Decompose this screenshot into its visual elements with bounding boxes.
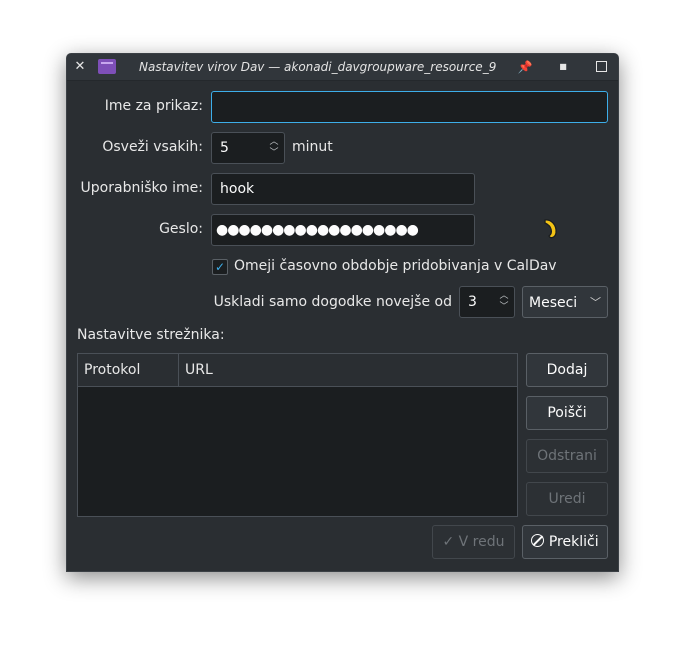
password-input[interactable]: ●●●●●●●●●●●●●●●●●● [211,214,475,246]
add-button[interactable]: Dodaj [526,353,608,387]
spin-arrows-icon[interactable]: ︿ ﹀ [498,291,510,313]
column-protocol[interactable]: Protokol [78,354,179,386]
password-label: Geslo: [159,221,203,237]
display-name-input[interactable] [211,91,608,123]
title-bar: ✕ Nastavitev virov Dav — akonadi_davgrou… [67,54,618,81]
limit-unit-value: Meseci [529,295,578,311]
remove-button[interactable]: Odstrani [526,439,608,473]
server-section-label: Nastavitve strežnika: [77,327,225,343]
server-table[interactable]: Protokol URL [77,353,518,517]
limit-spinbox[interactable]: 3 ︿ ﹀ [459,286,515,318]
limit-checkbox-label[interactable]: Omeji časovno obdobje pridobivanja v Cal… [234,258,557,274]
username-input[interactable]: hook [211,173,475,205]
check-icon: ✓ [442,534,455,550]
chevron-down-icon: ﹀ [590,296,601,309]
limit-unit-select[interactable]: Meseci ﹀ [522,286,608,318]
app-icon [98,59,116,74]
ok-button[interactable]: ✓ V redu [432,525,515,559]
pin-icon[interactable]: 📌 [515,57,535,77]
refresh-unit-label: minut [292,139,333,155]
refresh-value: 5 [220,140,229,156]
limit-checkbox[interactable]: ✓ [212,259,228,275]
edit-button[interactable]: Uredi [526,482,608,516]
column-url[interactable]: URL [179,354,517,386]
refresh-spinbox[interactable]: 5 ︿ ﹀ [211,132,285,164]
display-name-label: Ime za prikaz: [104,98,203,114]
cancel-icon [531,534,545,547]
cancel-label: Prekliči [548,534,599,550]
cancel-button[interactable]: Prekliči [522,525,608,559]
spin-arrows-icon[interactable]: ︿ ﹀ [268,137,280,159]
window-title: Nastavitev virov Dav — akonadi_davgroupw… [139,60,497,74]
limit-value: 3 [468,294,477,310]
cursor-icon [541,217,563,241]
search-button[interactable]: Poišči [526,396,608,430]
minimize-icon[interactable]: ■ [553,57,573,77]
refresh-label: Osveži vsakih: [102,139,203,155]
close-icon[interactable]: ✕ [70,57,90,77]
ok-label: V redu [458,534,505,550]
dialog-window: ✕ Nastavitev virov Dav — akonadi_davgrou… [66,53,619,572]
username-label: Uporabniško ime: [80,180,203,196]
table-header: Protokol URL [78,354,517,387]
limit-label: Uskladi samo dogodke novejše od [213,294,452,310]
maximize-icon[interactable] [591,57,611,77]
